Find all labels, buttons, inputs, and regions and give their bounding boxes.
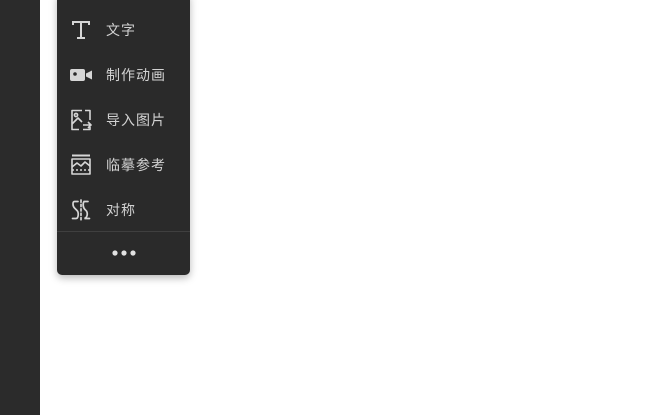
menu-item-label: 文字 [106, 23, 136, 39]
text-icon [69, 18, 93, 42]
menu-item-label: 制作动画 [106, 68, 166, 84]
left-side-rail [0, 0, 40, 415]
tool-menu: 文字 制作动画 导入图片 临摹参考 对称 [57, 0, 190, 275]
menu-item-label: 临摹参考 [106, 158, 166, 174]
video-camera-icon [69, 63, 93, 87]
more-horizontal-icon [111, 242, 137, 261]
menu-item-trace-reference[interactable]: 临摹参考 [57, 145, 190, 185]
menu-item-label: 对称 [106, 203, 136, 219]
menu-item-label: 导入图片 [106, 113, 166, 129]
menu-item-text[interactable]: 文字 [57, 10, 190, 50]
more-button[interactable] [57, 232, 190, 270]
symmetry-icon [69, 198, 93, 222]
menu-item-import-image[interactable]: 导入图片 [57, 100, 190, 140]
menu-item-make-animation[interactable]: 制作动画 [57, 55, 190, 95]
trace-reference-icon [69, 153, 93, 177]
menu-item-symmetry[interactable]: 对称 [57, 190, 190, 230]
import-image-icon [69, 108, 93, 132]
